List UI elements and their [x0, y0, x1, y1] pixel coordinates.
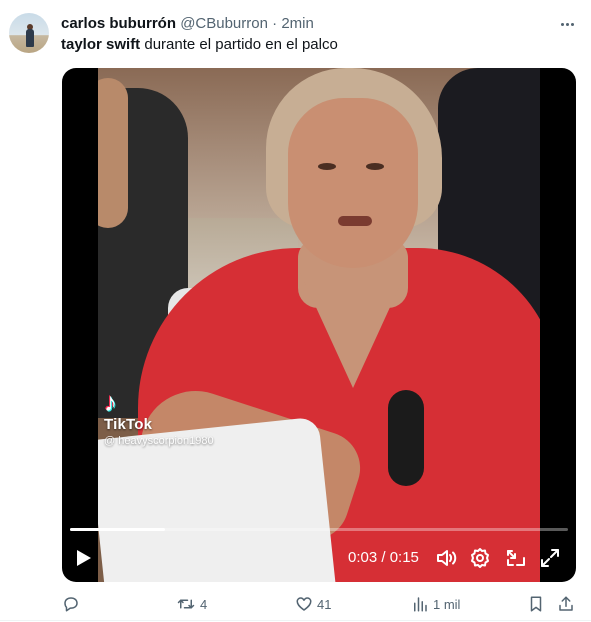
tweet-divider [0, 620, 591, 621]
tweet-actions: 4 41 1 mil [0, 592, 591, 616]
tweet-timestamp[interactable]: 2min [281, 15, 314, 32]
reply-button[interactable] [62, 592, 84, 616]
video-progress-bar[interactable] [70, 528, 568, 531]
share-icon [557, 595, 575, 613]
tweet-text-rest: durante el partido en el palco [140, 36, 338, 53]
play-icon[interactable] [76, 546, 96, 570]
video-time-readout: 0:03 / 0:15 [348, 549, 419, 566]
avatar-figure [26, 29, 34, 47]
retweet-button[interactable]: 4 [176, 592, 207, 616]
tiktok-watermark: ♪ TikTok @ heavyscorpion1980 [104, 388, 214, 448]
share-button[interactable] [557, 592, 575, 616]
author-avatar[interactable] [9, 13, 49, 53]
tiktok-username: @ heavyscorpion1980 [104, 435, 214, 447]
views-count: 1 mil [433, 596, 461, 612]
retweet-count: 4 [200, 596, 208, 612]
like-button[interactable]: 41 [295, 592, 331, 616]
video-player[interactable]: ♪ TikTok @ heavyscorpion1980 0:03 / 0:15 [62, 68, 576, 582]
tweet-text: taylor swift durante el partido en el pa… [61, 35, 338, 55]
separator-dot: · [272, 15, 278, 32]
retweet-icon [176, 595, 196, 613]
author-display-name[interactable]: carlos buburrón [61, 15, 176, 32]
heart-icon [295, 595, 313, 613]
bookmark-icon [527, 595, 545, 613]
views-icon [411, 595, 429, 613]
volume-icon[interactable] [434, 546, 458, 570]
tweet-header: carlos buburrón @CBuburron · 2min [61, 14, 314, 34]
more-dots-icon[interactable] [556, 14, 578, 34]
tiktok-brand: TikTok [104, 416, 153, 433]
fullscreen-icon[interactable] [538, 546, 562, 570]
video-controls: 0:03 / 0:15 [62, 542, 576, 574]
settings-icon[interactable] [468, 546, 492, 570]
tweet-text-bold: taylor swift [61, 36, 141, 53]
pip-icon[interactable] [504, 546, 528, 570]
video-frame[interactable] [98, 68, 540, 582]
author-handle[interactable]: @CBuburron [180, 15, 268, 32]
like-count: 41 [317, 596, 332, 612]
views-button[interactable]: 1 mil [411, 592, 460, 616]
reply-icon [62, 595, 80, 613]
tiktok-logo-icon: ♪ [104, 387, 117, 417]
bookmark-button[interactable] [527, 592, 545, 616]
video-progress-fill [70, 528, 165, 531]
